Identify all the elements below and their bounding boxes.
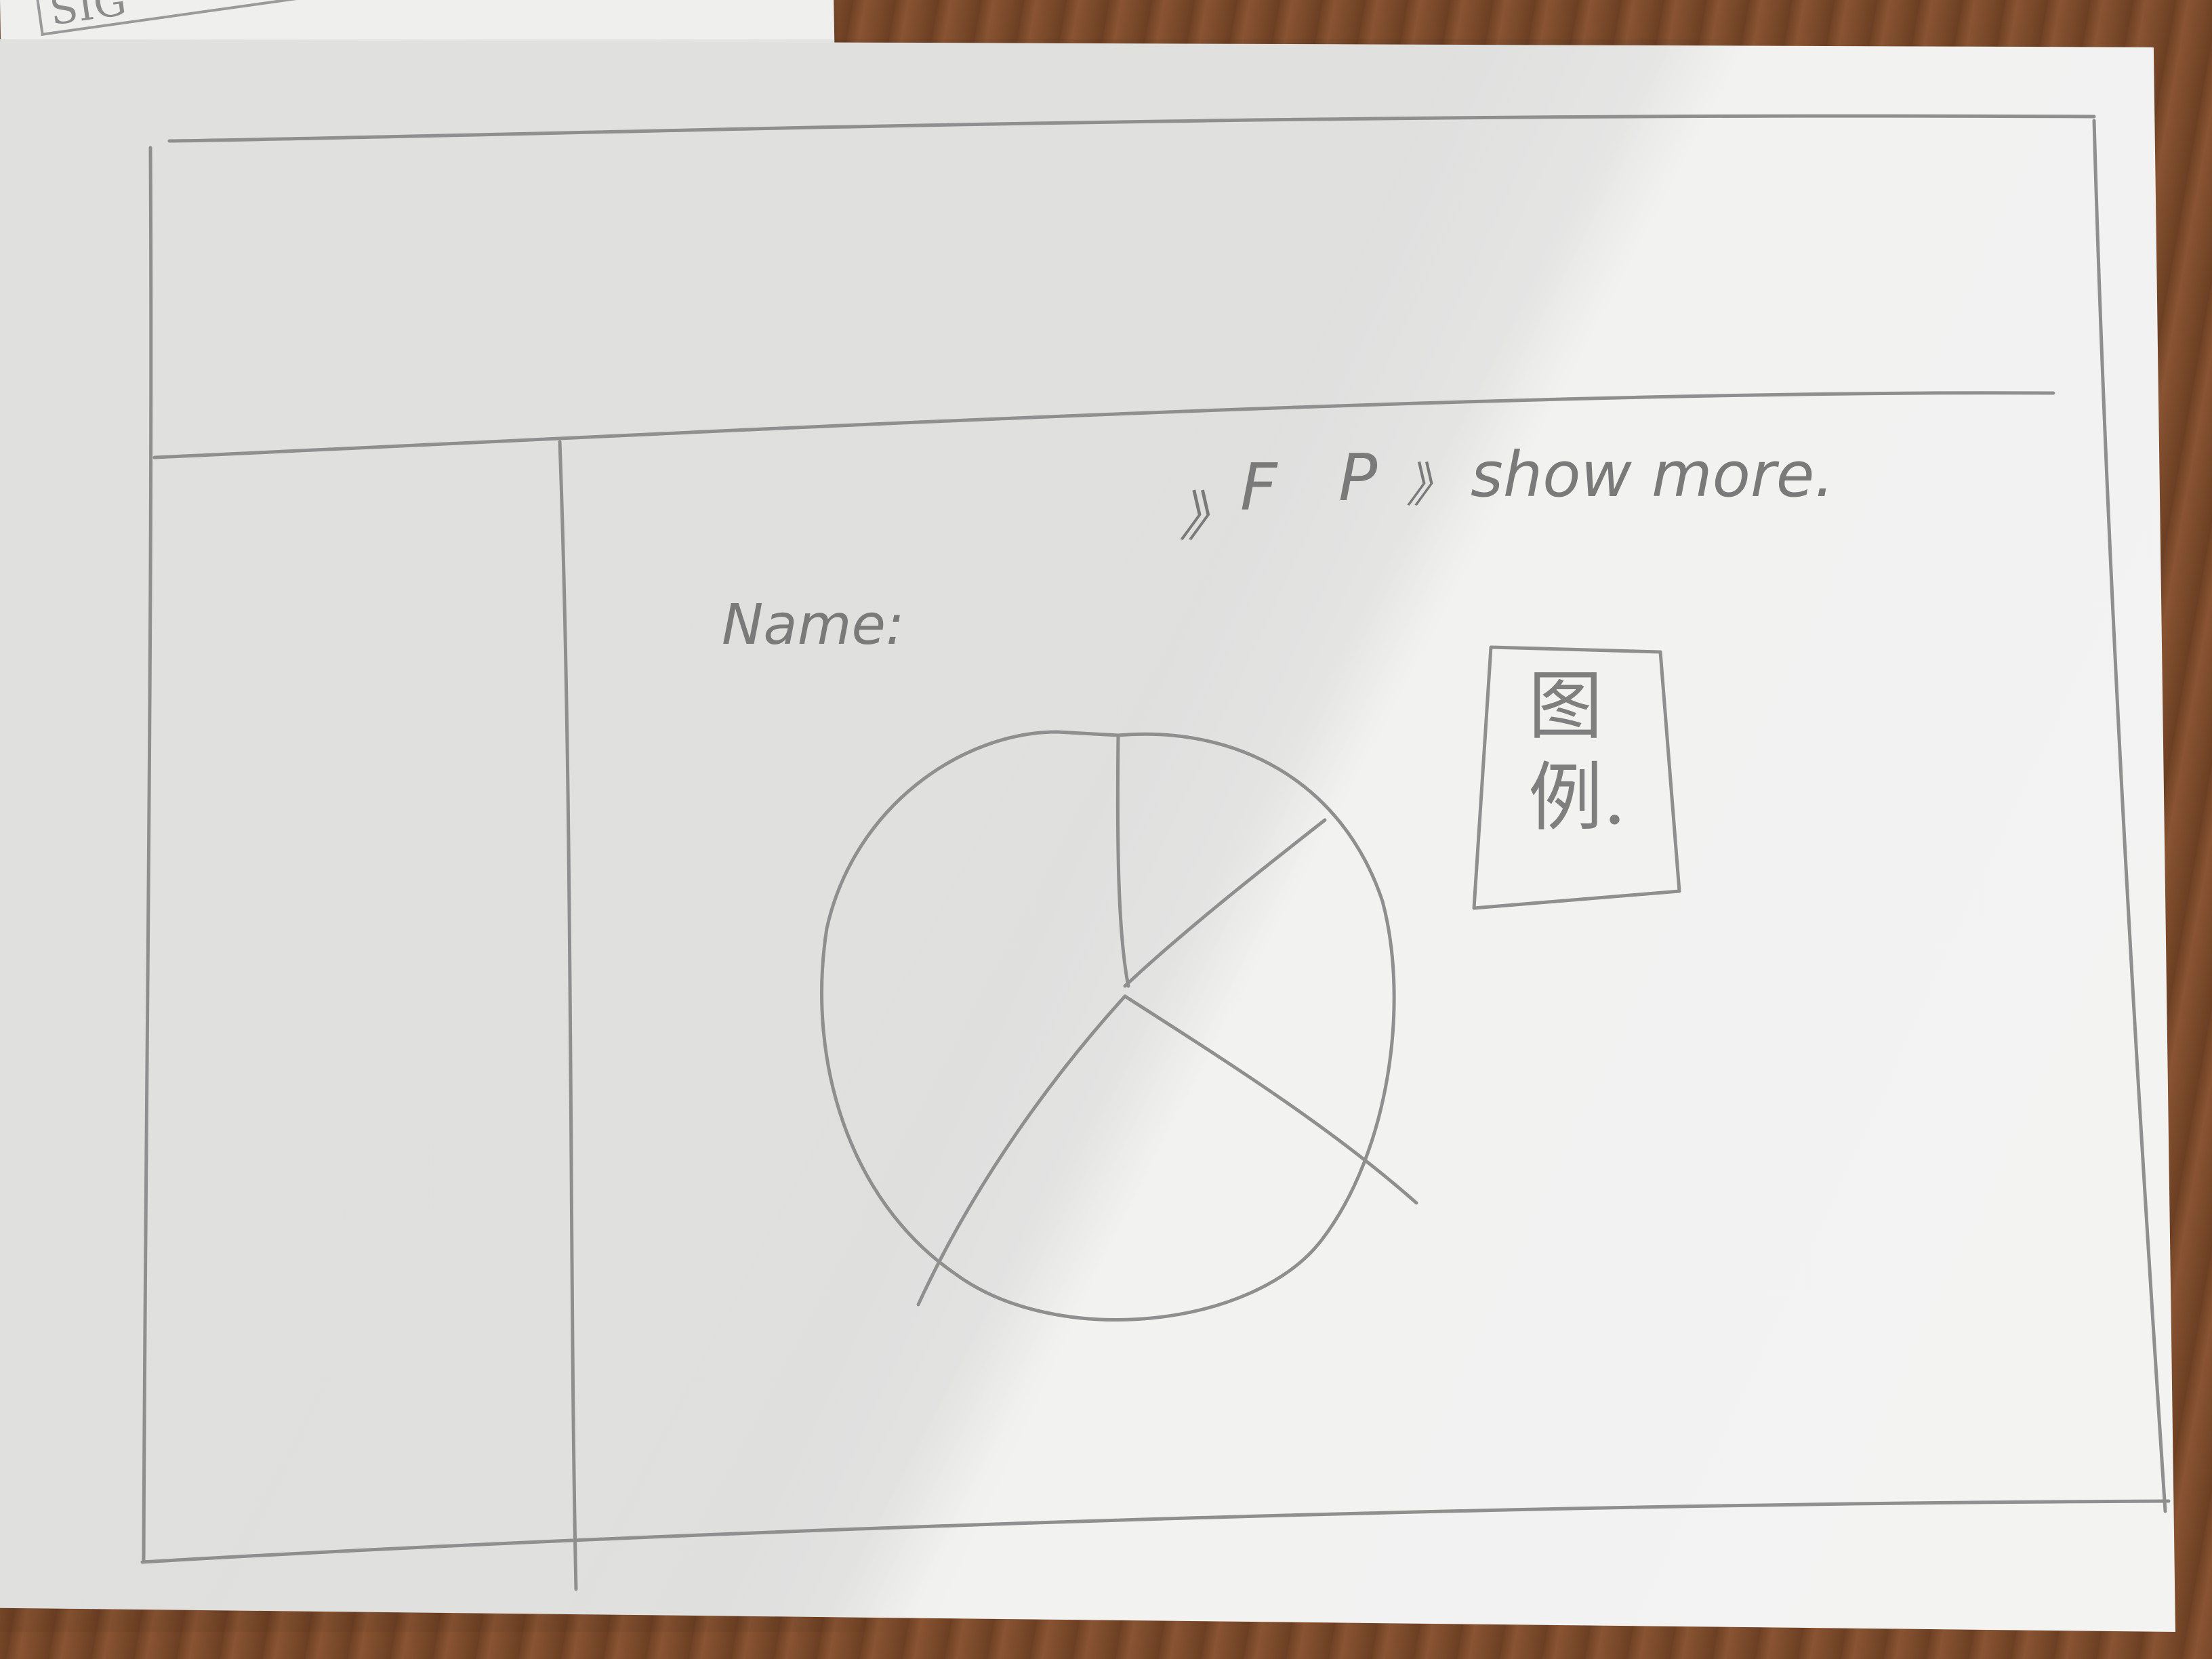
legend-title-line2: 例. <box>1528 754 1626 841</box>
nav-prefix: 》 <box>1179 485 1233 548</box>
frame-right-border <box>2092 119 2167 1513</box>
frame-top-border <box>167 114 2096 143</box>
nav-breadcrumb: 》 F P 》 show more. <box>1179 438 1835 548</box>
pie-chart-outline <box>820 730 1396 1322</box>
nav-item-f[interactable]: F <box>1240 451 1278 525</box>
pie-slice-line-2 <box>1123 818 1327 988</box>
name-label: Name: <box>722 593 905 657</box>
frame-bottom-border <box>140 1499 2171 1564</box>
pie-slice-line-4 <box>916 994 1127 1307</box>
legend-title-line1: 图 <box>1528 663 1603 750</box>
wireframe-sketch: 》 F P 》 show more. Name: 图 例. <box>140 114 2171 1591</box>
sidebar-divider <box>558 440 578 1591</box>
pie-slice-line-3 <box>1123 994 1418 1205</box>
show-more-link[interactable]: show more. <box>1471 438 1835 511</box>
nav-item-p[interactable]: P <box>1338 441 1378 516</box>
frame-left-border <box>142 146 153 1562</box>
show-more-prefix: 》 <box>1406 457 1454 513</box>
pie-slice-line-1 <box>1115 733 1130 988</box>
